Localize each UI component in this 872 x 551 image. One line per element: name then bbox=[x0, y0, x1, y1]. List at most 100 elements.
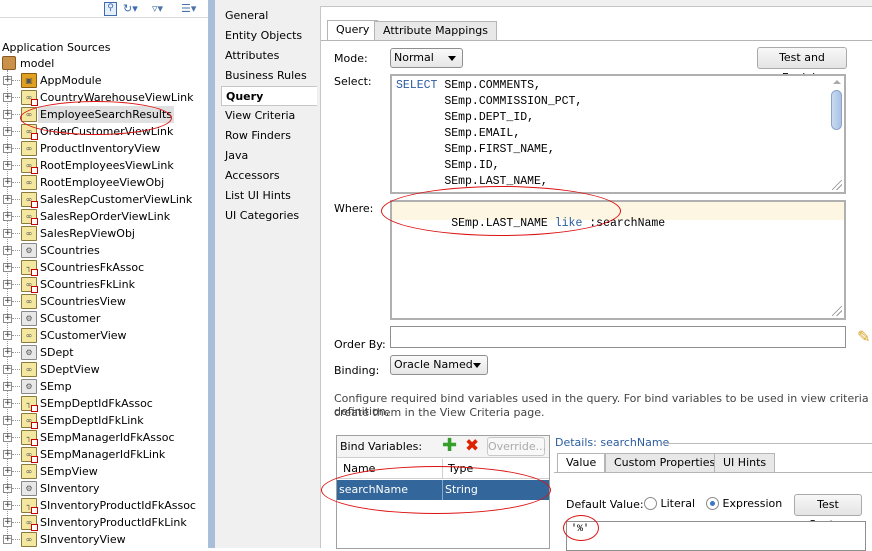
override-button[interactable]: Override... bbox=[487, 437, 546, 456]
pencil-icon[interactable]: ✎ bbox=[857, 327, 870, 346]
layout-icon[interactable]: ☰▾ bbox=[181, 2, 196, 16]
select-column: SEmp.EMAIL, bbox=[444, 127, 521, 140]
scroll-thumb[interactable] bbox=[831, 90, 842, 130]
expression-textarea[interactable]: '%' bbox=[566, 521, 866, 551]
expand-icon[interactable]: + bbox=[3, 127, 12, 136]
scrollbar[interactable] bbox=[830, 78, 843, 178]
select-textarea[interactable]: SELECT SEmp.COMMENTS, SEmp.COMMISSION_PC… bbox=[390, 74, 846, 194]
expand-icon[interactable]: + bbox=[3, 212, 12, 221]
radio-literal[interactable]: Literal bbox=[644, 497, 695, 510]
expand-icon[interactable]: + bbox=[3, 178, 12, 187]
column-header-type[interactable]: Type bbox=[448, 462, 473, 475]
expand-icon[interactable]: + bbox=[3, 229, 12, 238]
expand-icon[interactable]: + bbox=[3, 433, 12, 442]
expand-icon[interactable]: + bbox=[3, 314, 12, 323]
radio-button[interactable] bbox=[644, 497, 657, 510]
search-icon[interactable]: ⚲ bbox=[104, 2, 117, 16]
nav-item-list-ui-hints[interactable]: List UI Hints bbox=[225, 186, 291, 206]
tree-item-label: SalesRepOrderViewLink bbox=[40, 210, 171, 223]
mode-select[interactable]: Normal bbox=[390, 48, 463, 68]
select-keyword: SELECT bbox=[396, 79, 438, 92]
expand-icon[interactable]: + bbox=[3, 348, 12, 357]
view-link-icon: ∞ bbox=[21, 90, 38, 106]
where-label: Where: bbox=[334, 202, 374, 215]
details-tab-custom-properties[interactable]: Custom Properties bbox=[605, 453, 725, 472]
tab-attribute-mappings[interactable]: Attribute Mappings bbox=[374, 21, 498, 40]
tree-item-label: SEmpDeptIdFkAssoc bbox=[40, 397, 153, 410]
view-link-icon: ∞ bbox=[21, 277, 38, 293]
expand-icon[interactable]: + bbox=[3, 518, 12, 527]
radio-button-selected[interactable] bbox=[706, 497, 719, 510]
tree-item-label: ProductInventoryView bbox=[40, 142, 161, 155]
tab-query[interactable]: Query bbox=[327, 20, 379, 40]
expand-icon[interactable]: + bbox=[3, 467, 12, 476]
nav-item-row-finders[interactable]: Row Finders bbox=[225, 126, 291, 146]
nav-item-entity-objects[interactable]: Entity Objects bbox=[225, 26, 302, 46]
details-tab-ui-hints[interactable]: UI Hints bbox=[714, 453, 776, 472]
scroll-up-icon bbox=[833, 80, 841, 84]
panel-splitter[interactable] bbox=[208, 0, 215, 548]
binding-select[interactable]: Oracle Named bbox=[390, 355, 488, 375]
association-icon: ┐ bbox=[21, 396, 38, 412]
details-tab-value[interactable]: Value bbox=[557, 453, 606, 472]
expand-icon[interactable]: + bbox=[3, 484, 12, 493]
tree-item-label: SEmpView bbox=[40, 465, 98, 478]
filter-icon[interactable]: ▿▾ bbox=[152, 2, 163, 16]
refresh-icon[interactable]: ↻▾ bbox=[123, 2, 138, 16]
expand-icon[interactable]: + bbox=[3, 331, 12, 340]
expand-icon[interactable]: + bbox=[3, 365, 12, 374]
table-row[interactable]: searchName String bbox=[337, 480, 549, 500]
column-header-name[interactable]: Name bbox=[343, 462, 375, 475]
expand-icon[interactable]: + bbox=[3, 501, 12, 510]
nav-item-business-rules[interactable]: Business Rules bbox=[225, 66, 307, 86]
delete-icon[interactable]: ✖ bbox=[465, 436, 479, 456]
bind-variables-title: Bind Variables: bbox=[340, 440, 423, 453]
expand-icon[interactable]: + bbox=[3, 195, 12, 204]
view-link-icon: ∞ bbox=[21, 413, 38, 429]
mode-label: Mode: bbox=[334, 52, 368, 65]
expand-icon[interactable]: + bbox=[3, 416, 12, 425]
nav-item-accessors[interactable]: Accessors bbox=[225, 166, 280, 186]
expand-icon[interactable]: + bbox=[3, 535, 12, 544]
select-label: Select: bbox=[334, 75, 372, 88]
select-column: SEmp.COMMISSION_PCT, bbox=[444, 95, 583, 108]
expand-icon[interactable]: + bbox=[3, 246, 12, 255]
view-link-icon: ∞ bbox=[21, 124, 38, 140]
expand-icon[interactable]: + bbox=[3, 93, 12, 102]
where-textarea[interactable]: SEmp.LAST_NAME like :searchName bbox=[390, 200, 846, 320]
expand-icon[interactable]: + bbox=[3, 382, 12, 391]
bind-variables-panel: Bind Variables: ✚ ✖ Override... Name Typ… bbox=[336, 435, 550, 549]
expression-value: '%' bbox=[571, 524, 590, 535]
expand-icon[interactable]: + bbox=[3, 76, 12, 85]
expand-icon[interactable]: + bbox=[3, 280, 12, 289]
tree-item-label: SalesRepViewObj bbox=[40, 227, 135, 240]
expand-icon[interactable]: + bbox=[3, 297, 12, 306]
view-link-icon: ∞ bbox=[21, 447, 38, 463]
association-icon: ┐ bbox=[21, 430, 38, 446]
tree-item-label: SalesRepCustomerViewLink bbox=[40, 193, 193, 206]
expand-icon[interactable]: + bbox=[3, 110, 12, 119]
nav-item-java[interactable]: Java bbox=[225, 146, 248, 166]
nav-item-view-criteria[interactable]: View Criteria bbox=[225, 106, 295, 126]
expand-icon[interactable]: + bbox=[3, 399, 12, 408]
nav-item-general[interactable]: General bbox=[225, 6, 268, 26]
resize-grip-icon[interactable] bbox=[832, 306, 842, 316]
nav-item-query[interactable]: Query bbox=[221, 86, 317, 106]
expand-icon[interactable]: + bbox=[3, 161, 12, 170]
test-and-explain-button[interactable]: Test and Explain bbox=[757, 47, 847, 84]
query-editor: Query Attribute Mappings Mode: Normal Te… bbox=[317, 0, 872, 551]
nav-item-attributes[interactable]: Attributes bbox=[225, 46, 279, 66]
select-code-line: SEmp.EMAIL, bbox=[396, 127, 520, 140]
expand-icon[interactable]: + bbox=[3, 263, 12, 272]
order-by-input[interactable] bbox=[390, 326, 846, 348]
resize-grip-icon[interactable] bbox=[832, 180, 842, 190]
expand-icon[interactable]: + bbox=[3, 144, 12, 153]
radio-expression[interactable]: Expression bbox=[706, 497, 782, 510]
add-icon[interactable]: ✚ bbox=[442, 435, 457, 456]
details-title-rule bbox=[662, 443, 872, 444]
nav-item-ui-categories[interactable]: UI Categories bbox=[225, 206, 299, 226]
expand-icon[interactable]: + bbox=[3, 450, 12, 459]
view-object-icon: ∞ bbox=[21, 362, 37, 377]
column-divider bbox=[442, 480, 443, 500]
test-syntax-button[interactable]: Test Syntax bbox=[794, 494, 862, 531]
